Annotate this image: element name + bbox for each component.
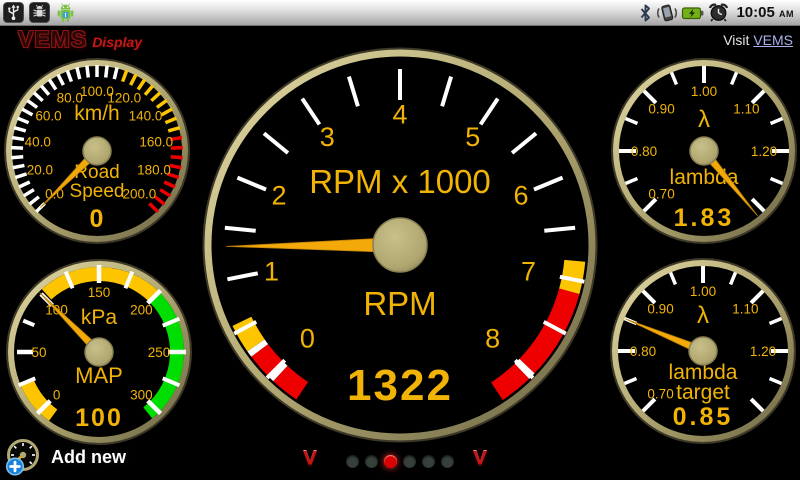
- gauge-lambda[interactable]: 0.700.800.901.001.101.20λlambda1.83: [612, 59, 796, 243]
- status-bar-right: 10:05 AM: [635, 2, 800, 23]
- add-gauge-icon: [4, 438, 42, 476]
- gauge-scale-label: 20.0: [27, 162, 53, 177]
- gauge-tick: [13, 165, 25, 167]
- page-dot: [422, 455, 435, 468]
- gauge-scale-label: 40.0: [25, 134, 51, 149]
- gauge-value: 1.83: [674, 204, 735, 232]
- gauge-map[interactable]: 050100150200250300kPaMAP100: [7, 260, 191, 444]
- gauge-scale-label: 0.90: [648, 101, 674, 116]
- gauge-hub: [373, 218, 427, 272]
- gauge-scale-label: 0.90: [647, 301, 673, 316]
- page-dot: [365, 455, 378, 468]
- gauge-name: target: [676, 381, 730, 404]
- gauge-scale-label: 180.0: [137, 162, 171, 177]
- gauge-scale-label: 0: [53, 387, 61, 402]
- gauge-tick: [12, 138, 24, 140]
- gauge-scale-label: 7: [521, 256, 536, 286]
- gauge-road-speed[interactable]: 0.020.040.060.080.0100.0120.0140.0160.01…: [5, 59, 189, 243]
- gauge-sub-label: RPM: [363, 285, 436, 322]
- visit-prefix: Visit: [723, 32, 749, 48]
- gauge-scale-label: 200.0: [123, 186, 157, 201]
- gauge-scale-label: 6: [514, 181, 529, 211]
- battery-charging-icon: [681, 3, 705, 23]
- screen: 012345678RPM x 1000RPM13220.020.040.060.…: [0, 0, 800, 480]
- clock: 10:05 AM: [736, 4, 794, 21]
- gauge-scale-label: 1.20: [751, 144, 777, 159]
- gauge-tick: [106, 66, 107, 78]
- gauge-hub: [689, 337, 717, 365]
- gauge-title: RPM x 1000: [309, 163, 491, 200]
- bluetooth-icon: [638, 3, 653, 23]
- page-dot: [403, 455, 416, 468]
- gauge-scale-label: 2: [271, 181, 286, 211]
- alarm-icon: [708, 2, 729, 23]
- add-new-button[interactable]: Add new: [4, 438, 126, 476]
- gauge-scale-label: 200: [130, 302, 153, 317]
- gauge-scale-label: 50: [31, 345, 46, 360]
- gauge-tick: [11, 157, 23, 158]
- add-new-label: Add new: [51, 447, 126, 468]
- gauge-scale-label: 0.70: [647, 386, 673, 401]
- debug-icon: [29, 2, 50, 23]
- gauge-scale-label: 0.80: [631, 144, 657, 159]
- gauge-value: 1322: [347, 361, 453, 410]
- page-dot-active: [384, 455, 397, 468]
- gauge-scale-label: 300: [130, 387, 153, 402]
- gauge-scale-label: 8: [485, 323, 500, 353]
- gauge-value: 0.85: [673, 403, 734, 431]
- gauge-scale-label: 160.0: [139, 134, 173, 149]
- status-bar[interactable]: 10:05 AM: [0, 0, 800, 26]
- gauge-scale-label: 60.0: [35, 109, 61, 124]
- gauge-scale-label: 1.20: [750, 344, 776, 359]
- gauge-scale-label: 1: [264, 256, 279, 286]
- gauge-unit: λ: [698, 106, 710, 133]
- page-dot: [346, 455, 359, 468]
- gauge-unit: km/h: [74, 102, 120, 125]
- usb-icon: [3, 2, 24, 23]
- gauge-scale-label: 3: [320, 122, 335, 152]
- vems-logo-sub: Display: [92, 34, 142, 50]
- gauge-rpm[interactable]: 0 1 2 3 4 5 6 7 8 RPM x 1000 RPM 1322: [204, 49, 597, 442]
- gauge-tick: [170, 165, 182, 167]
- gauge-scale-label: 140.0: [129, 109, 163, 124]
- vems-v-mark-left: V: [303, 448, 317, 470]
- gauge-scale-label: 0: [300, 323, 315, 353]
- clock-time: 10:05: [736, 4, 774, 21]
- gauge-scale-label: 1.00: [690, 284, 716, 299]
- gauge-unit: λ: [697, 302, 709, 329]
- page-dot: [441, 455, 454, 468]
- vems-v-mark-right: V: [473, 448, 487, 470]
- gauge-scale-label: 250: [148, 345, 171, 360]
- gauge-lambda-target[interactable]: 0.700.800.901.001.101.20λlambdatarget0.8…: [611, 259, 795, 443]
- android-mascot-icon: [55, 2, 76, 23]
- vibrate-icon: [656, 3, 678, 23]
- gauge-scale-label: 1.10: [733, 101, 759, 116]
- gauge-scale-label: 150: [88, 285, 111, 300]
- gauge-unit: kPa: [81, 306, 118, 329]
- gauge-scale-label: 1.10: [732, 301, 758, 316]
- visit-vems: Visit VEMS: [723, 32, 793, 48]
- gauge-tick: [87, 66, 88, 78]
- gauge-scale-label: 1.00: [691, 84, 717, 99]
- visit-vems-link[interactable]: VEMS: [753, 32, 793, 48]
- gauge-hub: [85, 338, 113, 366]
- gauge-scale-label: 0.80: [630, 344, 656, 359]
- vems-logo-main: VEMS: [18, 26, 87, 52]
- page-indicator[interactable]: [346, 455, 454, 468]
- gauge-name: Speed: [70, 181, 125, 202]
- gauge-dashboard: 012345678RPM x 1000RPM13220.020.040.060.…: [0, 0, 800, 480]
- gauge-hub: [83, 137, 111, 165]
- gauge-scale-label: 4: [392, 100, 407, 130]
- gauge-tick: [171, 157, 183, 158]
- gauge-scale-label: 5: [465, 122, 480, 152]
- vems-logo: VEMS Display: [18, 26, 142, 53]
- gauge-value: 100: [75, 404, 123, 432]
- status-bar-left: [0, 2, 79, 23]
- gauge-value: 0: [90, 205, 105, 233]
- clock-suffix: AM: [779, 9, 794, 19]
- gauge-hub: [690, 137, 718, 165]
